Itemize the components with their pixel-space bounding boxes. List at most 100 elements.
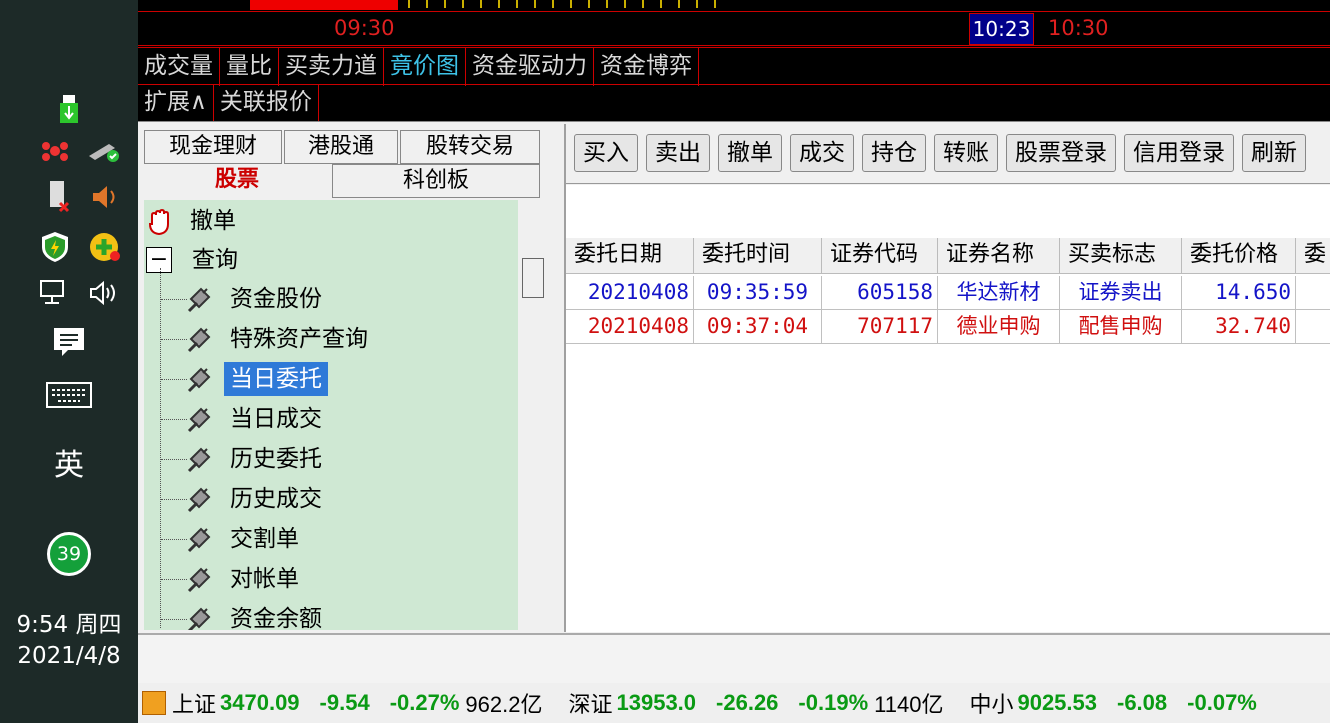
table-cell-code: 605158	[822, 276, 938, 310]
table-row[interactable]: 20210408 09:35:59 605158 华达新材 证券卖出 14.650	[566, 276, 1330, 310]
toolbar-button[interactable]: 信用登录	[1124, 134, 1234, 172]
column-header[interactable]: 证券名称	[938, 238, 1060, 274]
tree-item[interactable]: 资金余额	[184, 600, 328, 630]
keyboard-icon[interactable]	[46, 380, 92, 410]
chart-area	[138, 0, 1330, 12]
zx-change: -6.08	[1117, 690, 1168, 715]
column-header[interactable]: 委	[1296, 238, 1330, 274]
table-cell-date: 20210408	[566, 310, 694, 344]
tab-share-transfer[interactable]: 股转交易	[400, 130, 540, 164]
network-check-icon[interactable]	[86, 136, 122, 166]
tick-mark	[552, 0, 554, 8]
removable-disk-icon[interactable]	[44, 180, 74, 216]
tab-star-market[interactable]: 科创板	[332, 164, 540, 198]
filter-area	[566, 185, 1330, 239]
zx-pct: -0.07%	[1187, 690, 1257, 715]
tick-mark	[588, 0, 590, 8]
toolbar-button[interactable]: 持仓	[862, 134, 926, 172]
toolbar-button[interactable]: 买入	[574, 134, 638, 172]
gavel-icon	[184, 402, 218, 436]
sh-value: 3470.09	[220, 690, 300, 715]
tick-mark	[570, 0, 572, 8]
sz-name: 深证	[568, 693, 613, 718]
toolbar-button[interactable]: 股票登录	[1006, 134, 1116, 172]
tree-item[interactable]: 资金股份	[184, 280, 328, 318]
column-header[interactable]: 证券代码	[822, 238, 938, 274]
table-cell-time: 09:37:04	[694, 310, 822, 344]
indicator-tab[interactable]: 成交量	[138, 48, 220, 86]
gavel-icon	[184, 562, 218, 596]
tick-mark	[660, 0, 662, 8]
table-cell-price: 14.650	[1182, 276, 1296, 310]
app-tray-icon[interactable]	[38, 136, 72, 166]
speaker-icon[interactable]	[86, 278, 122, 308]
toolbar-button[interactable]: 转账	[934, 134, 998, 172]
sz-pct: -0.19%	[798, 690, 869, 715]
tab-cash[interactable]: 现金理财	[144, 130, 282, 164]
sz-value: 13953.0	[616, 690, 697, 715]
gavel-icon	[184, 522, 218, 556]
table-header: 委托日期 委托时间 证券代码 证券名称 买卖标志 委托价格委	[566, 238, 1330, 274]
column-header[interactable]: 委托日期	[566, 238, 694, 274]
tab-hk-connect[interactable]: 港股通	[284, 130, 398, 164]
network-icon[interactable]	[38, 278, 74, 308]
toolbar-button[interactable]: 刷新	[1242, 134, 1306, 172]
sh-pct: -0.27%	[389, 690, 460, 715]
tick-mark	[498, 0, 500, 8]
tab-stock[interactable]: 股票	[144, 164, 330, 198]
tick-mark	[408, 0, 410, 8]
notification-badge[interactable]: 39	[47, 532, 91, 576]
tree-item[interactable]: 历史成交	[184, 480, 328, 518]
tree-item[interactable]: 交割单	[184, 520, 305, 558]
tick-mark	[516, 0, 518, 8]
tree-item[interactable]: 当日成交	[184, 400, 328, 438]
security-shield-icon[interactable]	[38, 230, 72, 264]
tick-mark	[426, 0, 428, 8]
tree-item[interactable]: 特殊资产查询	[184, 320, 374, 358]
screen: 英 39 9:54 周四 2021/4/8 09:30 10:23 10:30 …	[0, 0, 1330, 723]
table-cell-side: 证券卖出	[1060, 276, 1182, 310]
tree-item[interactable]: 对帐单	[184, 560, 305, 598]
indicator-tab[interactable]: 资金驱动力	[466, 48, 594, 86]
action-toolbar: 买入 卖出 撤单 成交 持仓 转账 股票登录 信用登录 刷新	[566, 124, 1330, 184]
scroll-thumb[interactable]	[522, 258, 544, 298]
tree-scrollbar[interactable]	[518, 200, 554, 630]
tree-item[interactable]: 历史委托	[184, 440, 328, 478]
sh-change: -9.54	[319, 690, 370, 715]
tick-mark	[714, 0, 716, 8]
volume-muted-icon[interactable]	[88, 182, 120, 212]
clock[interactable]: 9:54 周四 2021/4/8	[0, 610, 138, 672]
tree-item[interactable]: 当日委托	[184, 360, 328, 398]
indicator-tab[interactable]: 量比	[220, 48, 279, 86]
column-header[interactable]: 买卖标志	[1060, 238, 1182, 274]
tick-mark	[480, 0, 482, 8]
usb-drive-icon[interactable]	[56, 94, 82, 124]
toolbar-button[interactable]: 成交	[790, 134, 854, 172]
gavel-icon	[184, 602, 218, 630]
indicator-tab[interactable]: 竟价图	[384, 48, 466, 86]
table-cell-name: 德业申购	[938, 310, 1060, 344]
notification-icon[interactable]	[50, 324, 88, 360]
extra-tab[interactable]: 扩展∧	[138, 84, 214, 122]
tree-label: 历史委托	[230, 446, 322, 472]
zx-name: 中小	[969, 693, 1014, 718]
column-header[interactable]: 委托时间	[694, 238, 822, 274]
table-row[interactable]: 20210408 09:37:04 707117 德业申购 配售申购 32.740	[566, 310, 1330, 344]
indicator-tab[interactable]: 资金博弈	[594, 48, 699, 86]
clock-time: 9:54 周四	[16, 612, 122, 638]
tick-mark	[534, 0, 536, 8]
collapse-icon[interactable]: −	[146, 247, 172, 273]
indicator-tab[interactable]: 买卖力道	[279, 48, 384, 86]
lower-panel	[138, 633, 1330, 683]
sh-name: 上证	[172, 693, 217, 718]
column-header[interactable]: 委托价格	[1182, 238, 1296, 274]
add-app-icon[interactable]	[86, 230, 122, 264]
tick-mark	[624, 0, 626, 8]
gavel-icon	[184, 282, 218, 316]
input-language[interactable]: 英	[0, 440, 138, 484]
toolbar-button[interactable]: 卖出	[646, 134, 710, 172]
extra-tab[interactable]: 关联报价	[214, 84, 319, 122]
ticker-menu-icon[interactable]	[142, 691, 166, 715]
tree-item-cancel[interactable]: 撤单	[144, 202, 242, 240]
toolbar-button[interactable]: 撤单	[718, 134, 782, 172]
